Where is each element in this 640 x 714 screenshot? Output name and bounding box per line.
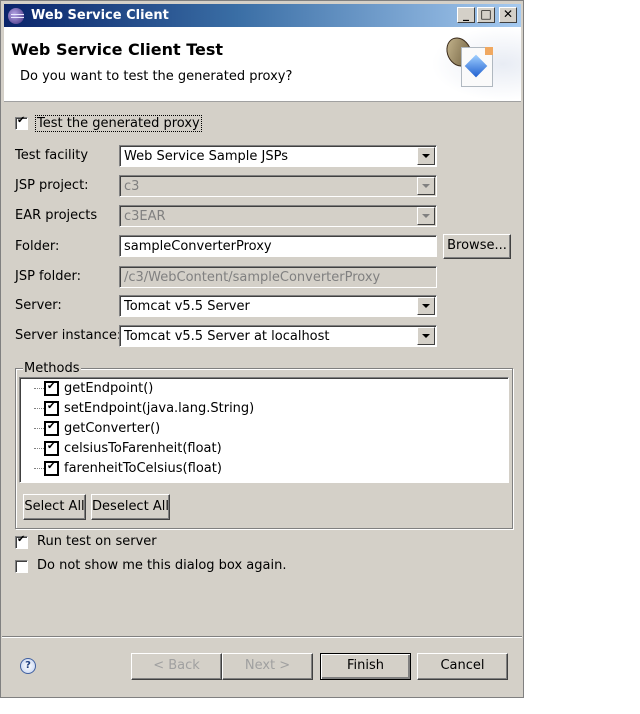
method-checkbox[interactable] bbox=[44, 421, 59, 436]
title-bar[interactable]: Web Service Client _ □ ✕ bbox=[4, 4, 521, 27]
server-instance-select[interactable]: Tomcat v5.5 Server at localhost bbox=[119, 325, 437, 347]
chevron-down-icon bbox=[417, 177, 435, 195]
wizard-banner-icon bbox=[431, 27, 521, 101]
server-select[interactable]: Tomcat v5.5 Server bbox=[119, 295, 437, 317]
jsp-folder-label: JSP folder: bbox=[15, 269, 81, 284]
test-facility-select[interactable]: Web Service Sample JSPs bbox=[119, 145, 437, 167]
close-button[interactable]: ✕ bbox=[499, 7, 517, 23]
chevron-down-icon[interactable] bbox=[417, 327, 435, 345]
minimize-button[interactable]: _ bbox=[457, 7, 475, 23]
window-title: Web Service Client bbox=[31, 8, 169, 23]
test-facility-label: Test facility bbox=[15, 148, 89, 163]
chevron-down-icon bbox=[417, 207, 435, 225]
server-instance-label: Server instance: bbox=[15, 328, 122, 343]
web-service-client-dialog: Web Service Client _ □ ✕ Web Service Cli… bbox=[0, 0, 524, 698]
method-checkbox[interactable] bbox=[44, 441, 59, 456]
methods-group-label: Methods bbox=[23, 361, 81, 376]
methods-tree[interactable]: getEndpoint() setEndpoint(java.lang.Stri… bbox=[19, 377, 509, 483]
back-button: < Back bbox=[131, 653, 222, 680]
run-test-checkbox[interactable] bbox=[15, 534, 28, 549]
folder-label: Folder: bbox=[15, 239, 60, 254]
jsp-project-label: JSP project: bbox=[15, 178, 89, 193]
method-checkbox[interactable] bbox=[44, 401, 59, 416]
browse-button[interactable]: Browse... bbox=[443, 234, 511, 259]
help-icon[interactable]: ? bbox=[20, 658, 36, 674]
jsp-project-select: c3 bbox=[119, 175, 437, 197]
run-test-label[interactable]: Run test on server bbox=[37, 534, 157, 549]
method-checkbox[interactable] bbox=[44, 461, 59, 476]
eclipse-icon bbox=[8, 8, 24, 24]
server-label: Server: bbox=[15, 298, 62, 313]
method-checkbox[interactable] bbox=[44, 381, 59, 396]
dont-show-label[interactable]: Do not show me this dialog box again. bbox=[37, 558, 286, 573]
chevron-down-icon[interactable] bbox=[417, 297, 435, 315]
select-all-button[interactable]: Select All bbox=[23, 494, 86, 520]
wizard-header: Web Service Client Test Do you want to t… bbox=[4, 27, 521, 102]
footer-separator bbox=[2, 636, 522, 638]
cancel-button[interactable]: Cancel bbox=[417, 653, 508, 680]
finish-button[interactable]: Finish bbox=[320, 653, 411, 680]
deselect-all-button[interactable]: Deselect All bbox=[91, 494, 170, 520]
folder-input[interactable]: sampleConverterProxy bbox=[119, 235, 437, 257]
test-proxy-checkbox[interactable] bbox=[15, 115, 28, 130]
ear-projects-label: EAR projects bbox=[15, 208, 98, 223]
wsdl-document-icon bbox=[461, 47, 493, 87]
ear-projects-select: c3EAR bbox=[119, 205, 437, 227]
next-button: Next > bbox=[222, 653, 313, 680]
dont-show-checkbox[interactable] bbox=[15, 560, 28, 573]
page-message: Do you want to test the generated proxy? bbox=[20, 69, 293, 84]
jsp-folder-input: /c3/WebContent/sampleConverterProxy bbox=[119, 266, 437, 288]
chevron-down-icon[interactable] bbox=[417, 147, 435, 165]
maximize-button[interactable]: □ bbox=[477, 7, 495, 23]
test-proxy-label[interactable]: Test the generated proxy bbox=[35, 115, 202, 132]
page-title: Web Service Client Test bbox=[11, 40, 224, 59]
